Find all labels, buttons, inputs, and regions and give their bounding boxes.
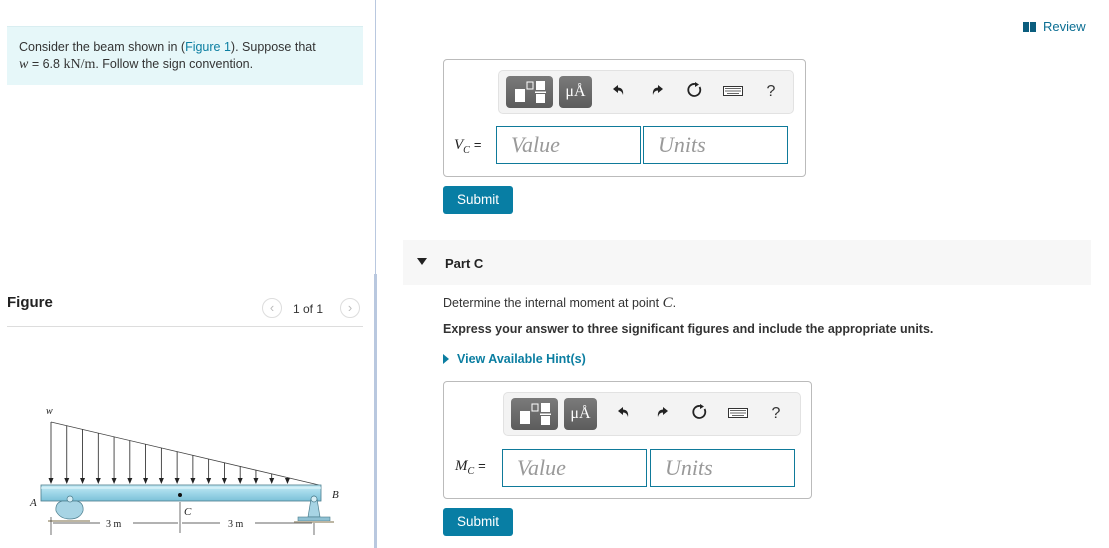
problem-text-prefix: Consider the beam shown in (: [19, 40, 186, 54]
dimension-ac: 3 m: [106, 519, 122, 530]
label-c: C: [184, 506, 192, 518]
templates-button[interactable]: [511, 398, 558, 430]
label-w: w: [46, 406, 53, 417]
part-c-hint-link[interactable]: View Available Hint(s): [443, 352, 586, 366]
load-arrowhead: [253, 478, 259, 484]
templates-icon: [519, 403, 551, 425]
label-b: B: [332, 489, 339, 501]
load-arrowhead: [64, 478, 70, 484]
load-arrowhead: [190, 478, 196, 484]
load-arrowhead: [158, 478, 164, 484]
units-button[interactable]: μÅ: [559, 76, 592, 108]
part-b-units-input[interactable]: Units: [643, 126, 788, 164]
part-c-instruction: Express your answer to three significant…: [443, 322, 934, 336]
part-c-toolbar: μÅ ?: [503, 392, 801, 436]
load-arrowhead: [237, 478, 243, 484]
figure-title: Figure: [7, 294, 53, 311]
keyboard-icon[interactable]: [714, 83, 752, 101]
dimension-cb: 3 m: [228, 519, 244, 530]
load-variable: w: [19, 57, 29, 72]
label-a: A: [29, 497, 37, 509]
distributed-load-arrows: [48, 422, 290, 484]
part-c-hint-label: View Available Hint(s): [457, 352, 586, 366]
figure-pager-text: 1 of 1: [293, 302, 324, 316]
problem-text-tail: . Follow the sign convention.: [95, 57, 254, 71]
book-icon: [1023, 21, 1037, 32]
load-arrowhead: [80, 478, 86, 484]
part-c-value-input[interactable]: Value: [502, 449, 647, 487]
figure-divider: [7, 326, 363, 327]
chevron-left-icon: ‹: [269, 300, 275, 315]
load-arrowhead: [284, 478, 290, 484]
part-b-value-input[interactable]: Value: [496, 126, 641, 164]
figure-next-button[interactable]: ›: [340, 298, 360, 318]
reset-icon[interactable]: [676, 81, 714, 103]
part-c-title[interactable]: Part C: [445, 256, 483, 271]
load-envelope: [50, 421, 320, 486]
redo-icon[interactable]: [638, 83, 676, 102]
load-arrowhead: [95, 478, 101, 484]
part-b-submit-button[interactable]: Submit: [443, 186, 513, 214]
part-b-variable-label: VC =: [454, 137, 482, 156]
part-c-header[interactable]: [403, 240, 1091, 285]
beam: [40, 484, 322, 502]
load-arrowhead: [48, 478, 54, 484]
units-button[interactable]: μÅ: [564, 398, 597, 430]
load-arrowhead: [127, 478, 133, 484]
undo-icon[interactable]: [605, 405, 643, 424]
figure-link[interactable]: Figure 1: [185, 40, 231, 54]
part-c-question: Determine the internal moment at point C…: [443, 295, 677, 311]
scrollbar-thumb[interactable]: [374, 274, 377, 548]
point-c-marker: [178, 493, 182, 497]
load-units: kN/m: [63, 57, 96, 72]
load-arrowhead: [221, 478, 227, 484]
load-arrowhead: [206, 478, 212, 484]
figure-prev-button[interactable]: ‹: [262, 298, 282, 318]
review-link[interactable]: Review: [1023, 19, 1086, 34]
help-button[interactable]: ?: [752, 83, 790, 101]
problem-statement: Consider the beam shown in (Figure 1). S…: [19, 39, 359, 73]
redo-icon[interactable]: [643, 405, 681, 424]
part-c-submit-button[interactable]: Submit: [443, 508, 513, 536]
load-arrowhead: [111, 478, 117, 484]
help-button[interactable]: ?: [757, 405, 795, 423]
caret-right-icon: [443, 354, 449, 364]
keyboard-icon[interactable]: [719, 405, 757, 423]
undo-icon[interactable]: [600, 83, 638, 102]
templates-icon: [514, 81, 546, 103]
load-arrowhead: [174, 478, 180, 484]
part-b-hint-link[interactable]: ▸ View Available Hint(s): [443, 30, 565, 38]
beam-figure: w A B C 3 m 3 m: [29, 406, 339, 535]
templates-button[interactable]: [506, 76, 553, 108]
part-c-units-input[interactable]: Units: [650, 449, 795, 487]
caret-down-icon[interactable]: [417, 258, 427, 265]
review-label: Review: [1043, 19, 1086, 34]
chevron-right-icon: ›: [347, 300, 353, 315]
load-value: = 6.8: [28, 57, 64, 71]
reset-icon[interactable]: [681, 403, 719, 425]
problem-text-suffix: ). Suppose that: [230, 40, 316, 54]
load-arrowhead: [269, 478, 275, 484]
part-b-toolbar: μÅ ?: [498, 70, 794, 114]
load-arrowhead: [143, 478, 149, 484]
part-c-variable-label: MC =: [455, 458, 486, 477]
